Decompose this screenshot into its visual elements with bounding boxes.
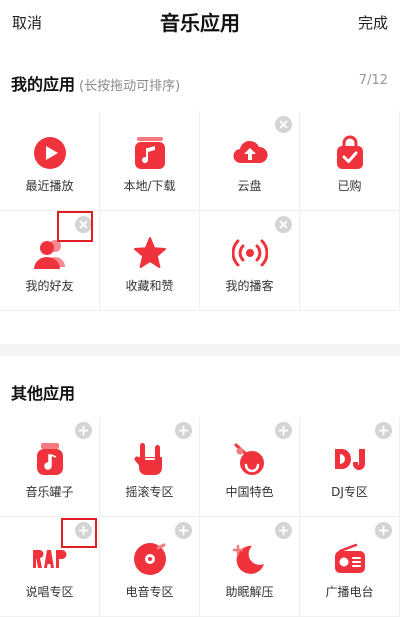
dj-text-icon	[332, 441, 368, 477]
rock-hand-icon	[132, 441, 168, 477]
highlight-box	[57, 211, 93, 242]
other-apps-title: 其他应用	[11, 384, 76, 403]
app-tile-sleep-relax[interactable]: 助眠解压	[200, 517, 300, 617]
my-apps-header: 我的应用 (长按拖动可排序)	[11, 71, 180, 95]
other-apps-grid: 音乐罐子 摇滚专区 中国特色 DJ专区 说唱专区 电音专区 助眠解压 广播电台	[0, 417, 400, 617]
my-apps-hint: (长按拖动可排序)	[79, 79, 181, 94]
page-title: 音乐应用	[160, 11, 240, 35]
app-tile-favorites-likes[interactable]: 收藏和赞	[100, 211, 200, 311]
vinyl-disc-icon	[132, 541, 168, 577]
section-divider	[0, 344, 400, 356]
app-label: 我的播客	[225, 279, 274, 293]
music-note-icon	[132, 135, 168, 171]
remove-badge-icon[interactable]	[275, 116, 292, 133]
app-tile-electronic-zone[interactable]: 电音专区	[100, 517, 200, 617]
chinese-drum-icon	[232, 441, 268, 477]
add-badge-icon[interactable]	[175, 422, 192, 439]
radio-icon	[332, 541, 368, 577]
add-badge-icon[interactable]	[75, 422, 92, 439]
moon-sleep-icon	[232, 541, 268, 577]
app-label: 收藏和赞	[125, 279, 174, 293]
remove-badge-icon[interactable]	[275, 216, 292, 233]
my-apps-title: 我的应用	[11, 75, 76, 94]
app-label: DJ专区	[331, 485, 368, 499]
shopping-bag-icon	[332, 135, 368, 171]
add-badge-icon[interactable]	[275, 422, 292, 439]
app-label: 音乐罐子	[25, 485, 74, 499]
add-badge-icon[interactable]	[375, 422, 392, 439]
add-badge-icon[interactable]	[375, 522, 392, 539]
app-tile-music-jar[interactable]: 音乐罐子	[0, 417, 100, 517]
app-label: 中国特色	[225, 485, 274, 499]
highlight-box	[61, 518, 97, 548]
add-badge-icon[interactable]	[175, 522, 192, 539]
app-label: 我的好友	[25, 279, 74, 293]
app-tile-chinese-style[interactable]: 中国特色	[200, 417, 300, 517]
app-label: 说唱专区	[25, 585, 74, 599]
add-badge-icon[interactable]	[275, 522, 292, 539]
app-label: 最近播放	[25, 179, 74, 193]
podcast-broadcast-icon	[231, 235, 268, 271]
app-tile-recent-play[interactable]: 最近播放	[0, 111, 100, 211]
app-tile-local-download[interactable]: 本地/下载	[100, 111, 200, 211]
app-label: 已购	[337, 179, 362, 193]
other-apps-header: 其他应用	[11, 380, 75, 404]
done-button[interactable]: 完成	[358, 12, 388, 33]
app-label: 本地/下载	[123, 179, 176, 193]
app-label: 助眠解压	[225, 585, 274, 599]
app-tile-dj-zone[interactable]: DJ专区	[300, 417, 400, 517]
app-label: 摇滚专区	[125, 485, 174, 499]
star-icon	[132, 235, 168, 271]
app-tile-cloud-drive[interactable]: 云盘	[200, 111, 300, 211]
app-tile-rock-zone[interactable]: 摇滚专区	[100, 417, 200, 517]
cloud-upload-icon	[232, 135, 268, 171]
app-tile-purchased[interactable]: 已购	[300, 111, 400, 211]
app-label: 电音专区	[125, 585, 174, 599]
music-jar-icon	[32, 441, 68, 477]
app-label: 云盘	[237, 179, 262, 193]
app-label: 广播电台	[325, 585, 374, 599]
play-circle-icon	[32, 135, 68, 171]
empty-slot	[300, 211, 400, 311]
app-tile-radio-station[interactable]: 广播电台	[300, 517, 400, 617]
top-bar: 取消 音乐应用 完成	[0, 0, 400, 44]
my-apps-count: 7/12	[358, 73, 388, 88]
app-tile-my-podcast[interactable]: 我的播客	[200, 211, 300, 311]
